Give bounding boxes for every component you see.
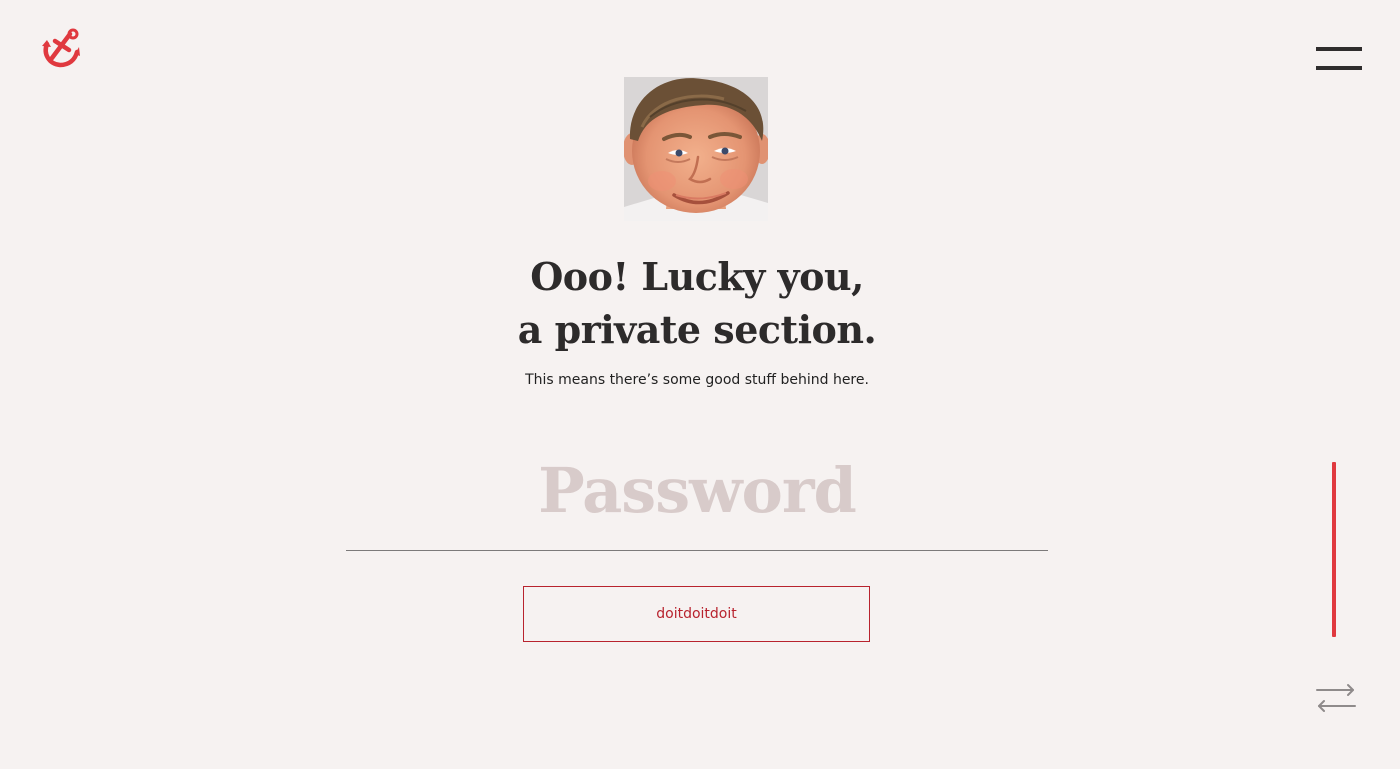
hamburger-menu-line — [1316, 66, 1362, 70]
menu-button[interactable] — [1316, 44, 1362, 74]
password-input[interactable] — [346, 440, 1048, 551]
swap-arrows-icon[interactable] — [1315, 682, 1357, 712]
hamburger-menu-icon — [1316, 47, 1362, 51]
page-title-line-2: a private section. — [517, 307, 877, 352]
anchor-icon[interactable] — [40, 28, 82, 70]
scroll-indicator — [1332, 462, 1336, 637]
page-subtitle: This means there’s some good stuff behin… — [525, 372, 869, 388]
page-title: Ooo! Lucky you, a private section. — [450, 250, 944, 356]
submit-button[interactable]: doitdoitdoit — [523, 586, 870, 642]
page-title-line-1: Ooo! Lucky you, — [530, 254, 864, 299]
avatar — [624, 77, 768, 221]
